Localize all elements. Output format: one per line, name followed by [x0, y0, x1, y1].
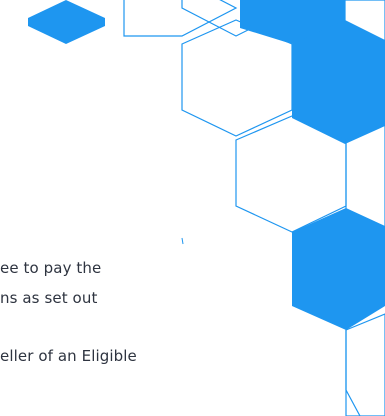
body-text-line-3: eller of an Eligible	[0, 347, 137, 365]
outline-hexagon-middle	[181, 19, 293, 137]
outline-hexagon-top	[123, 0, 238, 37]
body-text-line-1: ee to pay the	[0, 259, 102, 277]
outline-hexagon-bottom-edge	[345, 330, 361, 416]
document-page: ee to pay the ns as set out eller of an …	[0, 0, 385, 416]
small-tick-mark	[181, 237, 184, 245]
filled-hexagon-bottom	[292, 208, 385, 330]
body-text-line-2: ns as set out	[0, 289, 98, 307]
filled-hexagon-top-left	[28, 0, 105, 44]
filled-hexagon-middle-right	[292, 20, 385, 144]
